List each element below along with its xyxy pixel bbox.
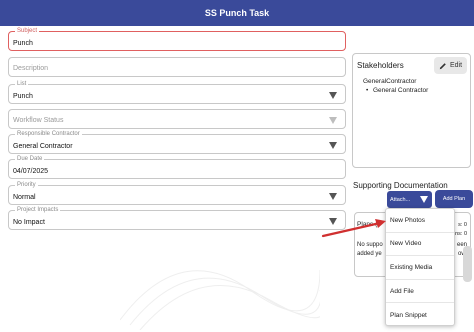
responsible-contractor-label: Responsible Contractor [15,131,82,138]
scrollbar[interactable] [463,246,472,282]
project-impacts-label: Project Impacts [15,207,61,214]
workflow-status-select[interactable]: Workflow Status [8,109,346,129]
list-label: List [15,81,29,88]
menu-item-new-photos[interactable]: New Photos [386,209,454,233]
attach-label: Attach... [390,196,411,203]
menu-item-add-file[interactable]: Add File [386,280,454,304]
edit-stakeholders-button[interactable]: Edit [434,57,467,74]
chevron-down-icon [420,196,428,203]
chevron-down-icon [329,117,337,124]
stakeholder-group: GeneralContractor [363,78,417,85]
stakeholders-title: Stakeholders [357,61,404,70]
project-impacts-select[interactable]: Project Impacts No Impact [8,207,346,230]
description-placeholder: Description [13,65,49,72]
page-title: SS Punch Task [204,8,270,18]
supporting-documentation-title: Supporting Documentation [353,181,448,190]
priority-label: Priority [15,182,38,189]
pencil-icon [439,62,446,69]
due-date-label: Due Date [15,156,45,163]
due-date-value: 04/07/2025 [13,168,49,175]
priority-select[interactable]: Priority Normal [8,182,346,205]
subject-value: Punch [13,40,33,47]
workflow-status-placeholder: Workflow Status [13,117,64,124]
no-docs-line-2: added ye [357,251,382,257]
stakeholders-panel: Stakeholders Edit GeneralContractor Gene… [352,53,471,168]
title-bar: SS Punch Task [0,0,474,26]
project-impacts-value: No Impact [13,219,45,226]
add-plan-label: Add Plan [442,196,466,202]
list-select[interactable]: List Punch [8,81,346,104]
subject-field[interactable]: Subject Punch [8,28,346,51]
add-plan-button[interactable]: Add Plan [435,190,473,208]
responsible-contractor-select[interactable]: Responsible Contractor General Contracto… [8,131,346,154]
stakeholder-member: General Contractor [366,87,428,94]
menu-item-new-video[interactable]: New Video [386,233,454,257]
menu-item-plan-snippet[interactable]: Plan Snippet [386,303,454,327]
chevron-down-icon [329,142,337,149]
due-date-field[interactable]: Due Date 04/07/2025 [8,156,346,179]
list-value: Punch [13,93,33,100]
subject-label: Subject [15,28,40,35]
chevron-down-icon [329,193,337,200]
chevron-down-icon [329,92,337,99]
background-pattern [120,269,320,330]
attach-button[interactable]: Attach... [387,191,432,208]
no-docs-line-1: No suppo [357,242,383,248]
priority-value: Normal [13,194,36,201]
attach-menu: New Photos New Video Existing Media Add … [385,208,455,326]
description-field[interactable]: Description [8,57,346,77]
responsible-contractor-value: General Contractor [13,143,73,150]
no-documents-message: No suppo added ye [357,241,383,259]
annotation-arrow-icon [321,219,386,238]
edit-label: Edit [449,62,463,69]
menu-item-existing-media[interactable]: Existing Media [386,256,454,280]
